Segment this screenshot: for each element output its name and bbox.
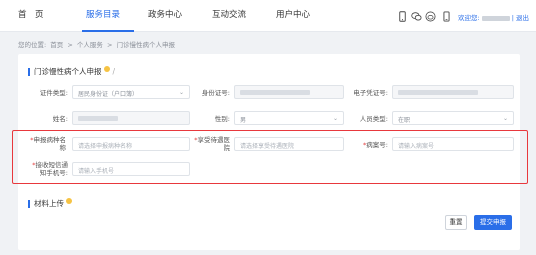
id-number-field[interactable] — [234, 85, 344, 99]
breadcrumb-home[interactable]: 首页 — [50, 41, 63, 49]
weibo-icon[interactable] — [425, 11, 436, 22]
active-tab-indicator — [82, 30, 134, 32]
e-cert-redacted — [398, 90, 478, 95]
nav-service-catalog[interactable]: 服务目录 — [86, 8, 120, 28]
nav-interaction[interactable]: 互动交流 — [212, 8, 246, 28]
upload-section-title: 材料上传 — [28, 198, 72, 209]
name-redacted — [78, 116, 118, 121]
id-number-redacted — [240, 90, 310, 95]
submit-button[interactable]: 提交申报 — [474, 215, 512, 230]
upload-title: 材料上传 — [34, 199, 64, 208]
cert-type-label: 证件类型: — [39, 89, 68, 97]
nav-user-center[interactable]: 用户中心 — [276, 8, 310, 28]
cert-type-select[interactable]: 居民身份证（户口簿） ⌄ — [72, 85, 190, 99]
e-cert-label: 电子凭证号: — [353, 89, 388, 97]
top-nav: 首 页 服务目录 政务中心 互动交流 用户中心 欢迎您: | 退出 — [0, 0, 536, 32]
section-marker — [103, 66, 110, 72]
wechat-icon[interactable] — [411, 11, 422, 22]
cert-type-value: 居民身份证（户口簿） — [78, 91, 139, 98]
nav-gov-center[interactable]: 政务中心 — [148, 8, 182, 28]
name-label: 姓名: — [52, 115, 68, 123]
breadcrumb-separator: > — [67, 41, 73, 49]
mobile-icon[interactable] — [397, 11, 408, 22]
section-marker — [66, 198, 72, 204]
breadcrumb-prefix: 您的位置: — [18, 41, 47, 49]
breadcrumb-personal-service[interactable]: 个人服务 — [77, 41, 103, 49]
breadcrumb-current: 门诊慢性病个人申报 — [116, 41, 176, 49]
required-fields-highlight — [12, 130, 528, 184]
person-type-select[interactable]: 在职 ⌄ — [392, 111, 514, 125]
id-number-label: 身份证号: — [201, 89, 230, 97]
form-title: 门诊慢性病个人申报 — [34, 67, 102, 76]
chevron-down-icon: ⌄ — [502, 115, 508, 122]
welcome-text: 欢迎您: | 退出 — [458, 12, 529, 22]
e-cert-field[interactable] — [392, 85, 514, 99]
chevron-down-icon: ⌄ — [332, 115, 338, 122]
nav-home[interactable]: 首 页 — [18, 8, 44, 28]
phone-icon[interactable] — [441, 11, 452, 22]
gender-value: 男 — [240, 117, 247, 124]
breadcrumb: 您的位置: 首页 > 个人服务 > 门诊慢性病个人申报 — [18, 39, 177, 49]
form-section-title: 门诊慢性病个人申报 / — [28, 66, 115, 77]
section-bar — [28, 68, 30, 76]
name-field[interactable] — [72, 111, 190, 125]
chevron-down-icon: ⌄ — [178, 89, 184, 96]
title-slash: / — [112, 67, 116, 76]
logout-link[interactable]: | 退出 — [512, 14, 529, 22]
reset-button[interactable]: 重置 — [445, 215, 467, 230]
gender-label: 性别: — [214, 115, 230, 123]
gender-select[interactable]: 男 ⌄ — [234, 111, 344, 125]
person-type-value: 在职 — [398, 117, 411, 124]
person-type-label: 人员类型: — [359, 115, 388, 123]
username-redacted — [481, 15, 510, 21]
breadcrumb-separator: > — [106, 41, 113, 49]
welcome-prefix: 欢迎您: — [458, 14, 480, 22]
section-bar — [28, 200, 30, 208]
